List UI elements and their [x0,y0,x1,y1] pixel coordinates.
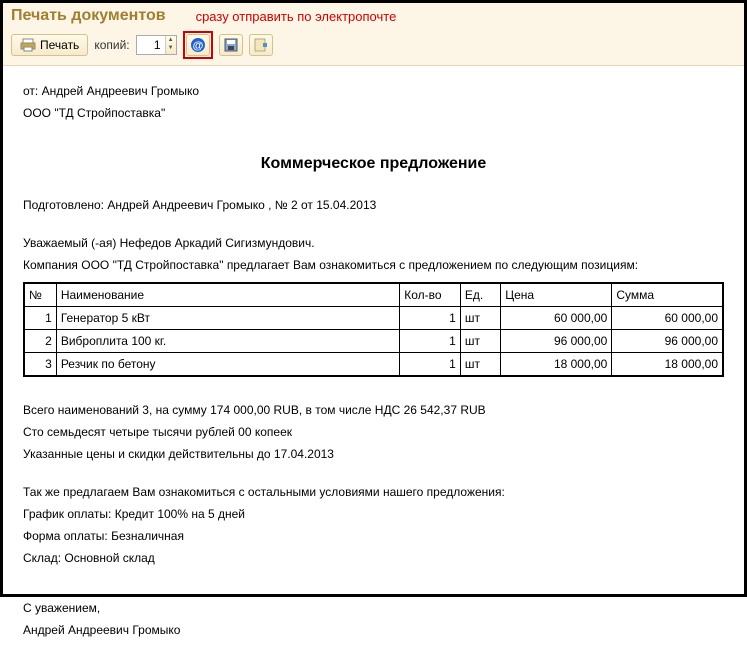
spinner-up[interactable]: ▲ [166,36,176,44]
th-qty: Кол-во [400,283,461,307]
th-unit: Ед. [460,283,500,307]
table-row: 2Виброплита 100 кг.1шт96 000,0096 000,00 [24,330,723,353]
cell-qty: 1 [400,307,461,330]
cell-sum: 60 000,00 [612,307,723,330]
floppy-icon [223,37,239,53]
settings-button[interactable] [249,34,273,56]
options-icon [253,37,269,53]
save-file-button[interactable] [219,34,243,56]
signoff-1: С уважением, [23,599,724,617]
document-heading: Коммерческое предложение [23,152,724,176]
titlebar: Печать документов сразу отправить по эле… [3,3,744,27]
spinner-down[interactable]: ▼ [166,44,176,52]
validity-line: Указанные цены и скидки действительны до… [23,445,724,463]
copies-label: копий: [94,38,129,52]
cell-price: 18 000,00 [501,353,612,377]
copies-spinner[interactable]: ▲ ▼ [136,35,177,55]
cell-unit: шт [460,353,500,377]
company-line: ООО "ТД Стройпоставка" [23,104,724,122]
term-1: График оплаты: Кредит 100% на 5 дней [23,505,724,523]
print-button[interactable]: Печать [11,34,88,56]
annotation-text: сразу отправить по электропочте [196,9,397,24]
th-name: Наименование [56,283,399,307]
terms-intro: Так же предлагаем Вам ознакомиться с ост… [23,483,724,501]
prepared-line: Подготовлено: Андрей Андреевич Громыко ,… [23,196,724,214]
greeting-line: Уважаемый (-ая) Нефедов Аркадий Сигизмун… [23,234,724,252]
cell-num: 1 [24,307,56,330]
table-row: 1Генератор 5 кВт1шт60 000,0060 000,00 [24,307,723,330]
cell-sum: 18 000,00 [612,353,723,377]
cell-unit: шт [460,307,500,330]
printer-icon [20,37,36,53]
signoff-2: Андрей Андреевич Громыко [23,621,724,639]
cell-qty: 1 [400,353,461,377]
th-price: Цена [501,283,612,307]
total-line-2: Сто семьдесят четыре тысячи рублей 00 ко… [23,423,724,441]
from-line: от: Андрей Андреевич Громыко [23,82,724,100]
term-2: Форма оплаты: Безналичная [23,527,724,545]
print-window: Печать документов сразу отправить по эле… [0,0,747,597]
cell-qty: 1 [400,330,461,353]
print-button-label: Печать [40,38,79,52]
cell-unit: шт [460,330,500,353]
cell-name: Виброплита 100 кг. [56,330,399,353]
cell-name: Генератор 5 кВт [56,307,399,330]
intro-line: Компания ООО "ТД Стройпоставка" предлага… [23,256,724,274]
window-title: Печать документов [11,7,166,25]
email-button[interactable]: @ [186,34,210,56]
svg-text:@: @ [192,40,203,52]
document-body: от: Андрей Андреевич Громыко ООО "ТД Стр… [3,66,744,655]
cell-name: Резчик по бетону [56,353,399,377]
items-table: № Наименование Кол-во Ед. Цена Сумма 1Ге… [23,282,724,377]
th-num: № [24,283,56,307]
email-at-icon: @ [190,37,206,53]
table-header-row: № Наименование Кол-во Ед. Цена Сумма [24,283,723,307]
cell-price: 96 000,00 [501,330,612,353]
cell-price: 60 000,00 [501,307,612,330]
spinner-arrows: ▲ ▼ [165,36,176,54]
th-sum: Сумма [612,283,723,307]
cell-num: 2 [24,330,56,353]
cell-sum: 96 000,00 [612,330,723,353]
term-3: Склад: Основной склад [23,549,724,567]
cell-num: 3 [24,353,56,377]
table-row: 3Резчик по бетону1шт18 000,0018 000,00 [24,353,723,377]
copies-input[interactable] [137,36,165,54]
toolbar: Печать копий: ▲ ▼ @ [3,27,744,66]
total-line-1: Всего наименований 3, на сумму 174 000,0… [23,401,724,419]
email-button-highlight: @ [183,31,213,59]
